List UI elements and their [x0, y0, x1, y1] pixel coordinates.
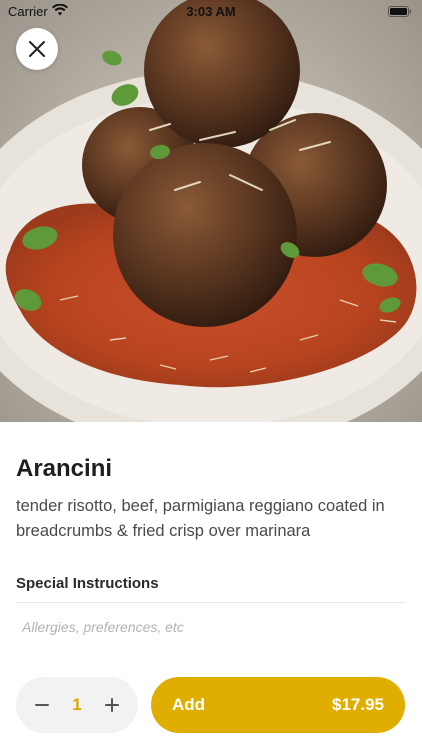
add-button-label: Add	[172, 695, 206, 714]
special-instructions-label: Special Instructions	[16, 575, 159, 592]
arancini-photo	[0, 0, 422, 422]
add-button-price: $17.95	[332, 695, 384, 714]
hero-image	[0, 0, 422, 422]
item-title: Arancini	[16, 455, 113, 482]
increase-quantity-button[interactable]	[90, 677, 134, 733]
special-instructions-input[interactable]	[16, 602, 406, 640]
add-to-order-button[interactable]: Add $17.95	[151, 677, 405, 733]
quantity-stepper: 1	[16, 677, 138, 733]
close-icon	[29, 41, 45, 57]
battery-icon	[388, 6, 412, 17]
plus-icon	[105, 698, 119, 712]
status-time: 3:03 AM	[186, 4, 236, 19]
status-bar: Carrier 3:03 AM	[0, 0, 422, 22]
item-description: tender risotto, beef, parmigiana reggian…	[16, 497, 385, 540]
close-button[interactable]	[16, 28, 58, 70]
